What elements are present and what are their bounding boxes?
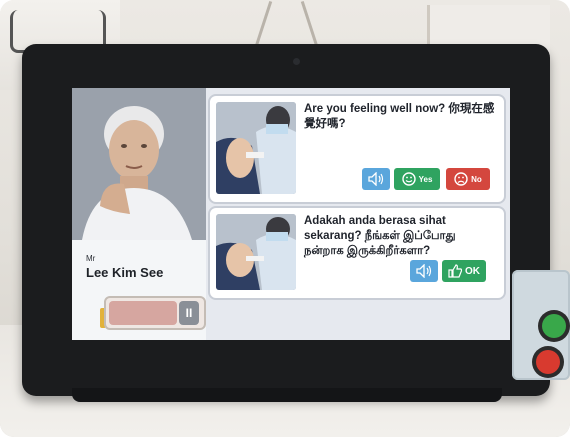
frown-icon: [454, 172, 468, 186]
green-push-button[interactable]: [542, 314, 566, 338]
vaccination-image-1: [216, 102, 296, 194]
speaker-icon: [416, 264, 432, 278]
thumbs-up-icon: [448, 264, 462, 278]
red-push-button[interactable]: [536, 350, 560, 374]
pause-handle[interactable]: II: [179, 301, 199, 325]
profile-panel: Mr Lee Kim See II: [72, 88, 206, 340]
vaccination-image-2: [216, 214, 296, 290]
yes-label: Yes: [418, 174, 433, 184]
audio-button-2[interactable]: [410, 260, 438, 282]
audio-button-1[interactable]: [362, 168, 390, 190]
slider-fill: [109, 301, 177, 325]
portrait-photo: [72, 88, 206, 240]
photo: Mr Lee Kim See II Are you feeling well n…: [0, 0, 570, 437]
yes-button[interactable]: Yes: [394, 168, 440, 190]
question-card-1: Are you feeling well now? 你現在感覺好嗎? Yes N…: [208, 94, 506, 204]
question-text-1: Are you feeling well now? 你現在感覺好嗎?: [304, 103, 495, 130]
button-panel: [512, 270, 570, 380]
tablet-stand: [72, 388, 502, 402]
smile-icon: [401, 172, 416, 186]
camera-lens: [293, 58, 300, 65]
question-text-2: Adakah anda berasa sihat sekarang? நீங்க…: [304, 215, 456, 257]
profile-name: Lee Kim See: [86, 265, 164, 280]
tablet-screen: Mr Lee Kim See II Are you feeling well n…: [72, 88, 510, 340]
question-card-2: Adakah anda berasa sihat sekarang? நீங்க…: [208, 206, 506, 300]
progress-slider[interactable]: II: [104, 296, 206, 330]
profile-title: Mr: [86, 254, 96, 263]
ok-label: OK: [465, 265, 480, 277]
no-label: No: [471, 174, 482, 184]
no-button[interactable]: No: [446, 168, 490, 190]
speaker-icon: [368, 172, 384, 186]
ok-button[interactable]: OK: [442, 260, 486, 282]
